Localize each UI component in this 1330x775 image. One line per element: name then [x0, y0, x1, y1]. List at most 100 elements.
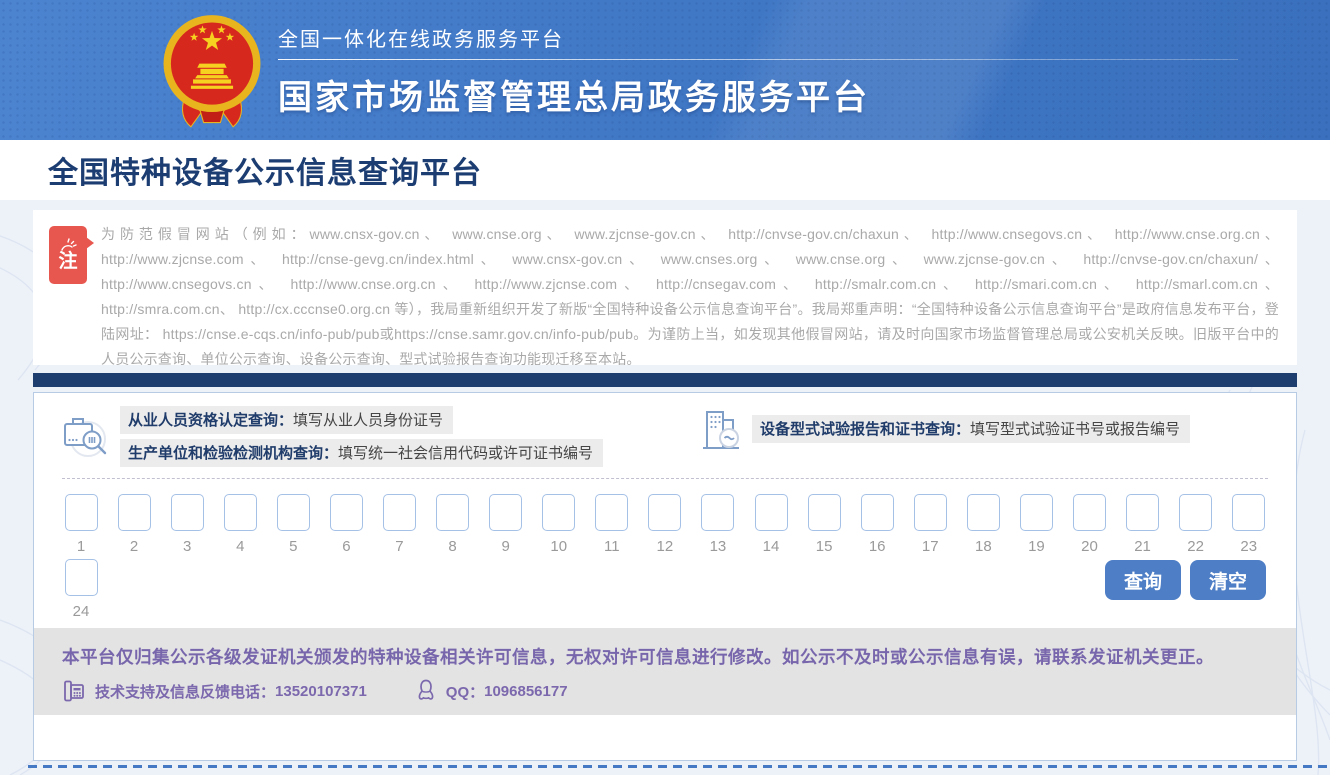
char-index: 11 [604, 538, 620, 555]
char-input-3[interactable] [171, 494, 204, 531]
char-input-16[interactable] [861, 494, 894, 531]
device-report-icon [700, 406, 742, 452]
action-buttons: 查询 清空 [1105, 560, 1266, 600]
char-input-8[interactable] [436, 494, 469, 531]
query-type-row: 从业人员资格认定查询：填写从业人员身份证号 生产单位和检验检测机构查询：填写统一… [34, 393, 1296, 467]
char-cell: 18 [966, 494, 1000, 555]
anti-fake-notice: 注 为防范假冒网站（例如：www.cnsx-gov.cn、 www.cnse.o… [33, 210, 1297, 365]
char-cell: 13 [701, 494, 735, 555]
char-cell: 19 [1019, 494, 1053, 555]
char-input-17[interactable] [914, 494, 947, 531]
title-band: 全国特种设备公示信息查询平台 [0, 140, 1330, 200]
char-box-row-2: 24 查询 清空 [34, 555, 1296, 620]
char-cell: 16 [860, 494, 894, 555]
char-input-22[interactable] [1179, 494, 1212, 531]
person-query-chip: 从业人员资格认定查询：填写从业人员身份证号 [120, 406, 453, 434]
char-index: 12 [657, 538, 674, 555]
char-index: 23 [1240, 538, 1257, 555]
char-cell: 21 [1126, 494, 1160, 555]
note-badge-text: 注 [58, 251, 77, 273]
certificate-search-icon [62, 414, 110, 460]
char-cell: 7 [382, 494, 416, 555]
qq-icon [415, 679, 437, 703]
unit-query-chip: 生产单位和检验检测机构查询：填写统一社会信用代码或许可证书编号 [120, 439, 603, 467]
contact-row: 技术支持及信息反馈电话： 13520107371 QQ： 1096856177 [62, 679, 1268, 703]
char-cell: 3 [170, 494, 204, 555]
char-cell: 14 [754, 494, 788, 555]
char-input-18[interactable] [967, 494, 1000, 531]
char-index: 18 [975, 538, 992, 555]
char-index: 21 [1134, 538, 1151, 555]
char-box-row-1: 1234567891011121314151617181920212223 [34, 479, 1296, 555]
page-title: 全国特种设备公示信息查询平台 [48, 148, 482, 192]
char-input-4[interactable] [224, 494, 257, 531]
char-cell: 24 [64, 559, 98, 620]
char-cell: 5 [276, 494, 310, 555]
char-cell: 15 [807, 494, 841, 555]
char-input-6[interactable] [330, 494, 363, 531]
char-cell: 1 [64, 494, 98, 555]
device-query-chip: 设备型式试验报告和证书查询：填写型式试验证书号或报告编号 [752, 415, 1190, 443]
qq-label: QQ： [446, 681, 484, 702]
char-cell: 6 [329, 494, 363, 555]
person-unit-query-group: 从业人员资格认定查询：填写从业人员身份证号 生产单位和检验检测机构查询：填写统一… [62, 406, 603, 467]
person-query-hint: 填写从业人员身份证号 [293, 412, 443, 429]
char-input-10[interactable] [542, 494, 575, 531]
char-input-15[interactable] [808, 494, 841, 531]
char-index: 6 [342, 538, 350, 555]
char-input-19[interactable] [1020, 494, 1053, 531]
char-cell: 2 [117, 494, 151, 555]
char-input-5[interactable] [277, 494, 310, 531]
char-input-20[interactable] [1073, 494, 1106, 531]
char-index: 17 [922, 538, 939, 555]
char-cell: 9 [489, 494, 523, 555]
unit-query-hint: 填写统一社会信用代码或许可证书编号 [338, 445, 593, 462]
char-input-14[interactable] [755, 494, 788, 531]
char-input-13[interactable] [701, 494, 734, 531]
char-index: 13 [710, 538, 727, 555]
char-cell: 12 [648, 494, 682, 555]
char-index: 14 [763, 538, 780, 555]
char-cell: 22 [1179, 494, 1213, 555]
char-index: 10 [550, 538, 567, 555]
char-input-21[interactable] [1126, 494, 1159, 531]
char-index: 19 [1028, 538, 1045, 555]
char-index: 3 [183, 538, 191, 555]
qq-number: 1096856177 [484, 683, 567, 700]
search-button[interactable]: 查询 [1105, 560, 1181, 600]
char-index: 20 [1081, 538, 1098, 555]
unit-query-label: 生产单位和检验检测机构查询： [128, 445, 338, 462]
char-cell: 17 [913, 494, 947, 555]
char-index: 4 [236, 538, 244, 555]
device-query-hint: 填写型式试验证书号或报告编号 [970, 421, 1180, 438]
char-cell: 10 [542, 494, 576, 555]
char-input-23[interactable] [1232, 494, 1265, 531]
char-input-12[interactable] [648, 494, 681, 531]
char-cell: 11 [595, 494, 629, 555]
char-input-1[interactable] [65, 494, 98, 531]
device-query-label: 设备型式试验报告和证书查询： [760, 421, 970, 438]
char-index: 9 [501, 538, 509, 555]
clear-button[interactable]: 清空 [1190, 560, 1266, 600]
china-national-emblem [158, 13, 266, 131]
disclaimer-section: 本平台仅归集公示各级发证机关颁发的特种设备相关许可信息，无权对许可信息进行修改。… [34, 628, 1296, 715]
char-input-2[interactable] [118, 494, 151, 531]
note-badge-pointer [86, 237, 94, 249]
char-index: 5 [289, 538, 297, 555]
gov-header: 全国一体化在线政务服务平台 国家市场监督管理总局政务服务平台 [0, 0, 1330, 140]
char-index: 22 [1187, 538, 1204, 555]
fax-phone-icon [62, 680, 86, 702]
char-input-7[interactable] [383, 494, 416, 531]
query-panel: 从业人员资格认定查询：填写从业人员身份证号 生产单位和检验检测机构查询：填写统一… [33, 392, 1297, 761]
bottom-dashed-line [28, 765, 1330, 768]
char-cell: 20 [1072, 494, 1106, 555]
notice-text: 为防范假冒网站（例如：www.cnsx-gov.cn、 www.cnse.org… [101, 222, 1279, 355]
char-cell: 4 [223, 494, 257, 555]
char-index: 16 [869, 538, 886, 555]
char-index: 24 [73, 603, 90, 620]
char-index: 2 [130, 538, 138, 555]
char-input-11[interactable] [595, 494, 628, 531]
char-input-9[interactable] [489, 494, 522, 531]
char-index: 8 [448, 538, 456, 555]
char-input-24[interactable] [65, 559, 98, 596]
